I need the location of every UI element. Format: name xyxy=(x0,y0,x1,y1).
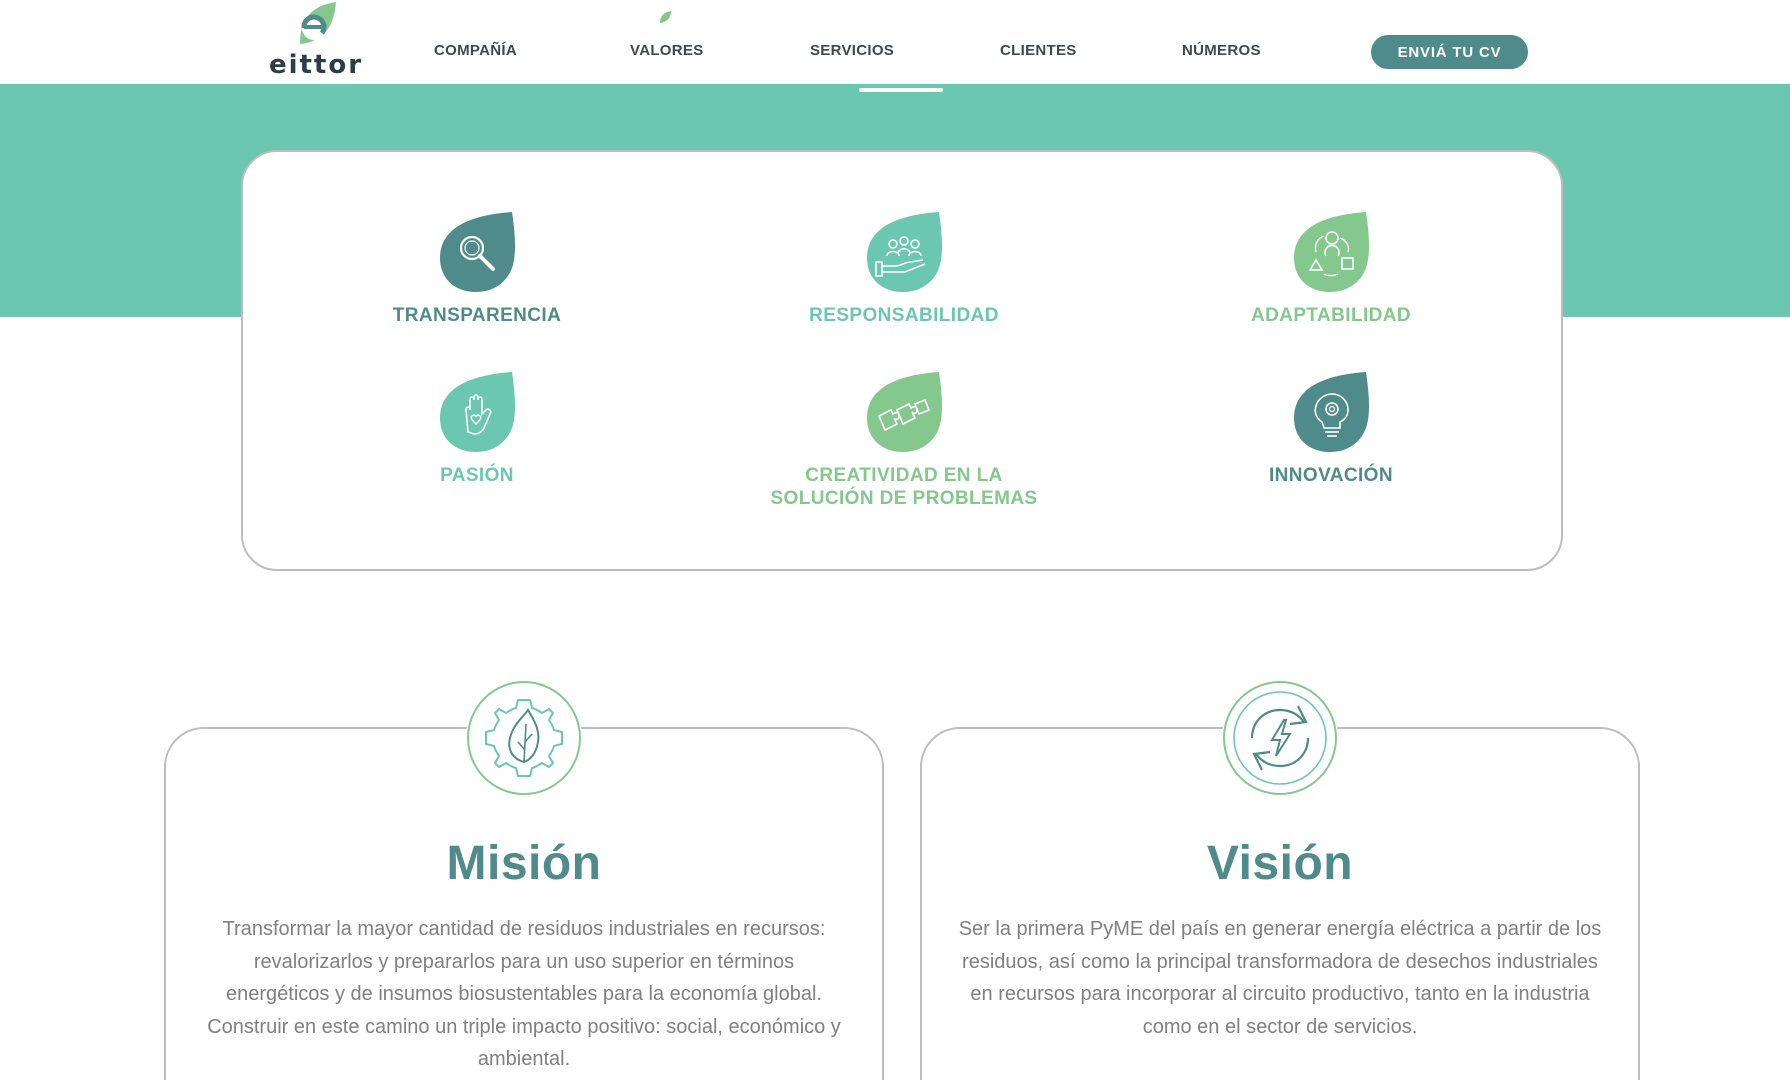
nav-numeros[interactable]: NÚMEROS xyxy=(1182,42,1261,59)
hand-heart-icon xyxy=(440,372,515,452)
nav-servicios[interactable]: SERVICIOS xyxy=(810,42,894,59)
mission-text-line: Construir en este camino un triple impac… xyxy=(207,1015,841,1038)
active-nav-indicator xyxy=(859,88,943,92)
send-cv-button[interactable]: ENVIÁ TU CV xyxy=(1371,35,1528,69)
logo-leaf-icon xyxy=(300,2,336,44)
puzzle-icon xyxy=(867,372,942,452)
nav-valores[interactable]: VALORES xyxy=(630,42,704,59)
mission-text-line: Transformar la mayor cantidad de residuo… xyxy=(222,918,826,940)
recycle-energy-icon xyxy=(1222,680,1338,796)
mission-text-line: energéticos y de insumos biosustentables… xyxy=(226,983,822,1005)
value-label: CREATIVIDAD EN LA SOLUCIÓN DE PROBLEMAS xyxy=(734,464,1074,510)
eittor-logo[interactable]: eittor xyxy=(266,0,366,84)
vision-title: Visión xyxy=(1206,837,1354,890)
people-hands-icon xyxy=(867,212,942,292)
vision-text-line: residuos, así como la principal transfor… xyxy=(962,950,1598,973)
shapes-cycle-icon xyxy=(1294,212,1369,292)
value-pasion: PASIÓN xyxy=(307,370,647,487)
value-label: TRANSPARENCIA xyxy=(392,305,562,326)
value-label-line: CREATIVIDAD EN LA xyxy=(805,465,1003,486)
value-creatividad: CREATIVIDAD EN LA SOLUCIÓN DE PROBLEMAS xyxy=(734,370,1074,510)
value-responsabilidad: RESPONSABILIDAD xyxy=(734,210,1074,327)
lightbulb-gear-icon xyxy=(1294,372,1369,452)
nav-leaf-dot-icon xyxy=(660,11,671,23)
values-card: TRANSPARENCIA RESPONSABILIDAD ADAPTABILI… xyxy=(241,150,1563,571)
value-innovacion: INNOVACIÓN xyxy=(1161,370,1501,487)
value-label-line: SOLUCIÓN DE PROBLEMAS xyxy=(770,488,1038,509)
nav-clientes[interactable]: CLIENTES xyxy=(1000,42,1077,59)
site-header: eittor COMPAÑÍA VALORES SERVICIOS CLIENT… xyxy=(0,0,1790,84)
vision-text-line: Ser la primera PyME del país en generar … xyxy=(958,918,1602,940)
leaf-gear-icon xyxy=(466,680,582,796)
nav-compania[interactable]: COMPAÑÍA xyxy=(434,42,517,59)
magnifier-icon xyxy=(440,212,515,292)
vision-text-line: en recursos para incorporar al circuito … xyxy=(970,983,1590,1005)
value-label: PASIÓN xyxy=(440,465,514,486)
value-label: ADAPTABILIDAD xyxy=(1250,305,1411,326)
value-transparencia: TRANSPARENCIA xyxy=(307,210,647,327)
vision-text: Ser la primera PyME del país en generar … xyxy=(920,913,1640,1043)
mission-text: Transformar la mayor cantidad de residuo… xyxy=(164,913,884,1076)
value-label: INNOVACIÓN xyxy=(1269,465,1393,486)
mission-title: Misión xyxy=(446,837,602,890)
value-label: RESPONSABILIDAD xyxy=(809,305,999,326)
mission-text-line: ambiental. xyxy=(477,1048,571,1070)
mission-text-line: revalorizarlos y prepararlos para un uso… xyxy=(253,950,795,973)
logo-wordmark: eittor xyxy=(268,50,364,80)
value-adaptabilidad: ADAPTABILIDAD xyxy=(1161,210,1501,327)
vision-text-line: como en el sector de servicios. xyxy=(1142,1015,1418,1038)
